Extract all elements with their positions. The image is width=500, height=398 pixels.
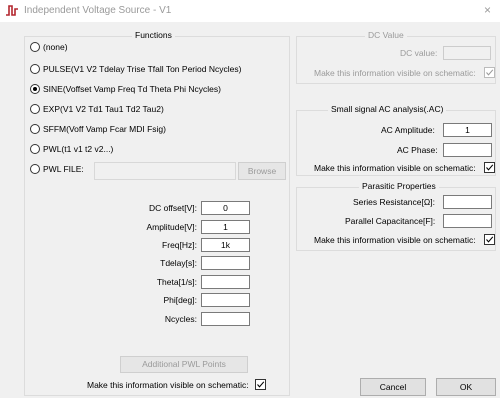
ncycles-input[interactable] — [201, 312, 250, 326]
radio-label: SINE(Voffset Vamp Freq Td Theta Phi Ncyc… — [43, 84, 221, 94]
radio-label: PWL FILE: — [43, 164, 84, 174]
parallel-capacitance-label: Parallel Capacitance[F]: — [345, 216, 436, 226]
radio-label: (none) — [43, 42, 68, 52]
parallel-capacitance-input[interactable] — [443, 214, 492, 228]
series-resistance-input[interactable] — [443, 195, 492, 209]
radio-exp[interactable]: EXP(V1 V2 Td1 Tau1 Td2 Tau2) — [30, 104, 164, 114]
freq-input[interactable]: 1k — [201, 238, 250, 252]
amplitude-label: Amplitude[V]: — [146, 222, 197, 232]
additional-pwl-points-button[interactable]: Additional PWL Points — [120, 356, 248, 373]
phi-label: Phi[deg]: — [163, 295, 197, 305]
dc-offset-input[interactable]: 0 — [201, 201, 250, 215]
tdelay-label: Tdelay[s]: — [160, 258, 197, 268]
dc-visible-checkbox[interactable] — [484, 67, 495, 78]
ok-button[interactable]: OK — [436, 378, 496, 396]
parasitic-visible-label: Make this information visible on schemat… — [314, 235, 476, 245]
radio-button[interactable] — [30, 144, 40, 154]
close-icon[interactable]: × — [484, 3, 491, 17]
radio-button-selected[interactable] — [30, 84, 40, 94]
tdelay-input[interactable] — [201, 256, 250, 270]
radio-button[interactable] — [30, 104, 40, 114]
dc-value-label: DC value: — [400, 48, 438, 58]
series-resistance-label: Series Resistance[Ω]: — [353, 197, 435, 207]
ac-amplitude-label: AC Amplitude: — [381, 125, 435, 135]
checkmark-icon — [486, 236, 494, 243]
radio-button[interactable] — [30, 124, 40, 134]
radio-pwl[interactable]: PWL(t1 v1 t2 v2...) — [30, 144, 113, 154]
theta-label: Theta[1/s]: — [156, 277, 197, 287]
ac-phase-label: AC Phase: — [397, 145, 438, 155]
ltspice-app-icon — [6, 5, 18, 16]
parasitic-visible-checkbox[interactable] — [484, 234, 495, 245]
browse-button[interactable]: Browse — [238, 162, 286, 180]
dc-value-input[interactable] — [443, 46, 491, 60]
radio-button[interactable] — [30, 164, 40, 174]
dc-value-legend: DC Value — [365, 30, 407, 40]
ac-amplitude-input[interactable]: 1 — [443, 123, 492, 137]
ac-analysis-legend: Small signal AC analysis(.AC) — [328, 104, 447, 114]
functions-legend: Functions — [132, 30, 175, 40]
pwl-file-input[interactable] — [94, 162, 236, 180]
dc-offset-label: DC offset[V]: — [148, 203, 197, 213]
parasitic-legend: Parasitic Properties — [359, 181, 439, 191]
radio-sine[interactable]: SINE(Voffset Vamp Freq Td Theta Phi Ncyc… — [30, 84, 221, 94]
ac-visible-checkbox[interactable] — [484, 162, 495, 173]
radio-none[interactable]: (none) — [30, 42, 68, 52]
radio-label: EXP(V1 V2 Td1 Tau1 Td2 Tau2) — [43, 104, 164, 114]
freq-label: Freq[Hz]: — [162, 240, 197, 250]
functions-visible-checkbox[interactable] — [255, 379, 266, 390]
amplitude-input[interactable]: 1 — [201, 220, 250, 234]
dc-visible-label: Make this information visible on schemat… — [314, 68, 476, 78]
radio-label: PULSE(V1 V2 Tdelay Trise Tfall Ton Perio… — [43, 64, 242, 74]
phi-input[interactable] — [201, 293, 250, 307]
checkmark-icon — [257, 381, 265, 388]
radio-button[interactable] — [30, 64, 40, 74]
checkmark-icon — [486, 69, 494, 76]
functions-visible-label: Make this information visible on schemat… — [87, 380, 249, 390]
radio-pwl-file[interactable]: PWL FILE: — [30, 164, 84, 174]
radio-sffm[interactable]: SFFM(Voff Vamp Fcar MDI Fsig) — [30, 124, 166, 134]
checkmark-icon — [486, 164, 494, 171]
radio-pulse[interactable]: PULSE(V1 V2 Tdelay Trise Tfall Ton Perio… — [30, 64, 241, 74]
ac-visible-label: Make this information visible on schemat… — [314, 163, 476, 173]
radio-label: SFFM(Voff Vamp Fcar MDI Fsig) — [43, 124, 166, 134]
theta-input[interactable] — [201, 275, 250, 289]
ac-phase-input[interactable] — [443, 143, 492, 157]
cancel-button[interactable]: Cancel — [360, 378, 426, 396]
radio-label: PWL(t1 v1 t2 v2...) — [43, 144, 114, 154]
window-title: Independent Voltage Source - V1 — [24, 5, 172, 16]
radio-button[interactable] — [30, 42, 40, 52]
ncycles-label: Ncycles: — [164, 314, 197, 324]
